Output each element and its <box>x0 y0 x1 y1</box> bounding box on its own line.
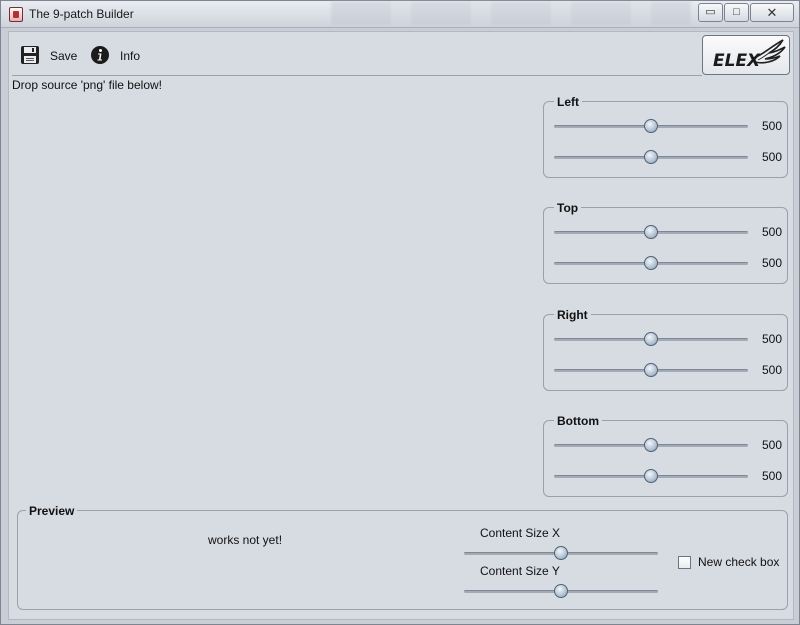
main-panel: Save Info ELEX Drop source 'png' file be… <box>8 31 794 620</box>
save-label: Save <box>50 49 78 63</box>
title-bar[interactable]: The 9-patch Builder ▭ □ ✕ <box>1 1 799 28</box>
elex-logo-mark: ELEX <box>713 39 786 71</box>
slider-value: 500 <box>761 332 782 346</box>
logo-text: ELEX <box>713 51 761 71</box>
right-slider-group: Right 500 500 <box>543 308 788 391</box>
info-icon <box>90 45 110 68</box>
left-slider-group: Left 500 500 <box>543 95 788 178</box>
app-icon <box>9 7 23 22</box>
toolbar: Save Info <box>12 36 702 76</box>
left-slider-2[interactable]: 500 <box>552 147 782 167</box>
slider-value: 500 <box>761 363 782 377</box>
minimize-button[interactable]: ▭ <box>698 3 723 22</box>
bottom-slider-2[interactable]: 500 <box>552 466 782 486</box>
preview-panel: Preview works not yet! Content Size X Co… <box>17 504 788 610</box>
right-slider-1[interactable]: 500 <box>552 329 782 349</box>
top-slider-1[interactable]: 500 <box>552 222 782 242</box>
content-size-y-slider[interactable] <box>462 581 658 601</box>
bottom-slider-1[interactable]: 500 <box>552 435 782 455</box>
maximize-button[interactable]: □ <box>724 3 749 22</box>
checkbox-square[interactable] <box>678 555 691 569</box>
group-title: Left <box>554 95 582 109</box>
background-window-blur <box>331 1 691 25</box>
minimize-icon: ▭ <box>705 6 716 18</box>
slider-value: 500 <box>761 150 782 164</box>
group-title: Right <box>554 308 591 322</box>
content-size-y-label: Content Size Y <box>480 564 560 578</box>
checkbox-label: New check box <box>698 555 780 569</box>
slider-value: 500 <box>761 469 782 483</box>
slider-value: 500 <box>761 119 782 133</box>
slider-thumb[interactable] <box>644 119 658 133</box>
group-title: Top <box>554 201 582 215</box>
slider-thumb[interactable] <box>644 469 658 483</box>
slider-thumb[interactable] <box>644 225 658 239</box>
slider-value: 500 <box>761 438 782 452</box>
floppy-disk-icon <box>20 45 40 68</box>
group-title: Bottom <box>554 414 602 428</box>
drop-hint: Drop source 'png' file below! <box>12 78 162 92</box>
left-slider-1[interactable]: 500 <box>552 116 782 136</box>
info-label: Info <box>120 49 141 63</box>
maximize-icon: □ <box>733 6 740 18</box>
slider-thumb[interactable] <box>644 150 658 164</box>
top-slider-2[interactable]: 500 <box>552 253 782 273</box>
save-button[interactable]: Save <box>20 44 77 68</box>
content-size-x-label: Content Size X <box>480 526 561 540</box>
right-slider-2[interactable]: 500 <box>552 360 782 380</box>
slider-thumb[interactable] <box>644 332 658 346</box>
elex-logo[interactable]: ELEX <box>702 35 790 75</box>
info-button[interactable]: Info <box>90 44 140 68</box>
slider-thumb[interactable] <box>554 584 568 598</box>
top-slider-group: Top 500 500 <box>543 201 788 284</box>
bottom-slider-group: Bottom 500 500 <box>543 414 788 497</box>
new-check-box[interactable]: New check box <box>678 555 779 569</box>
slider-value: 500 <box>761 256 782 270</box>
preview-message: works not yet! <box>208 533 283 547</box>
slider-thumb[interactable] <box>554 546 568 560</box>
preview-title: Preview <box>26 504 78 518</box>
slider-thumb[interactable] <box>644 256 658 270</box>
app-window: The 9-patch Builder ▭ □ ✕ Save Info ELEX… <box>0 0 800 625</box>
window-title: The 9-patch Builder <box>29 7 134 21</box>
close-button[interactable]: ✕ <box>750 3 794 22</box>
content-size-x-slider[interactable] <box>462 543 658 563</box>
slider-value: 500 <box>761 225 782 239</box>
slider-thumb[interactable] <box>644 363 658 377</box>
close-icon: ✕ <box>766 5 778 20</box>
slider-thumb[interactable] <box>644 438 658 452</box>
